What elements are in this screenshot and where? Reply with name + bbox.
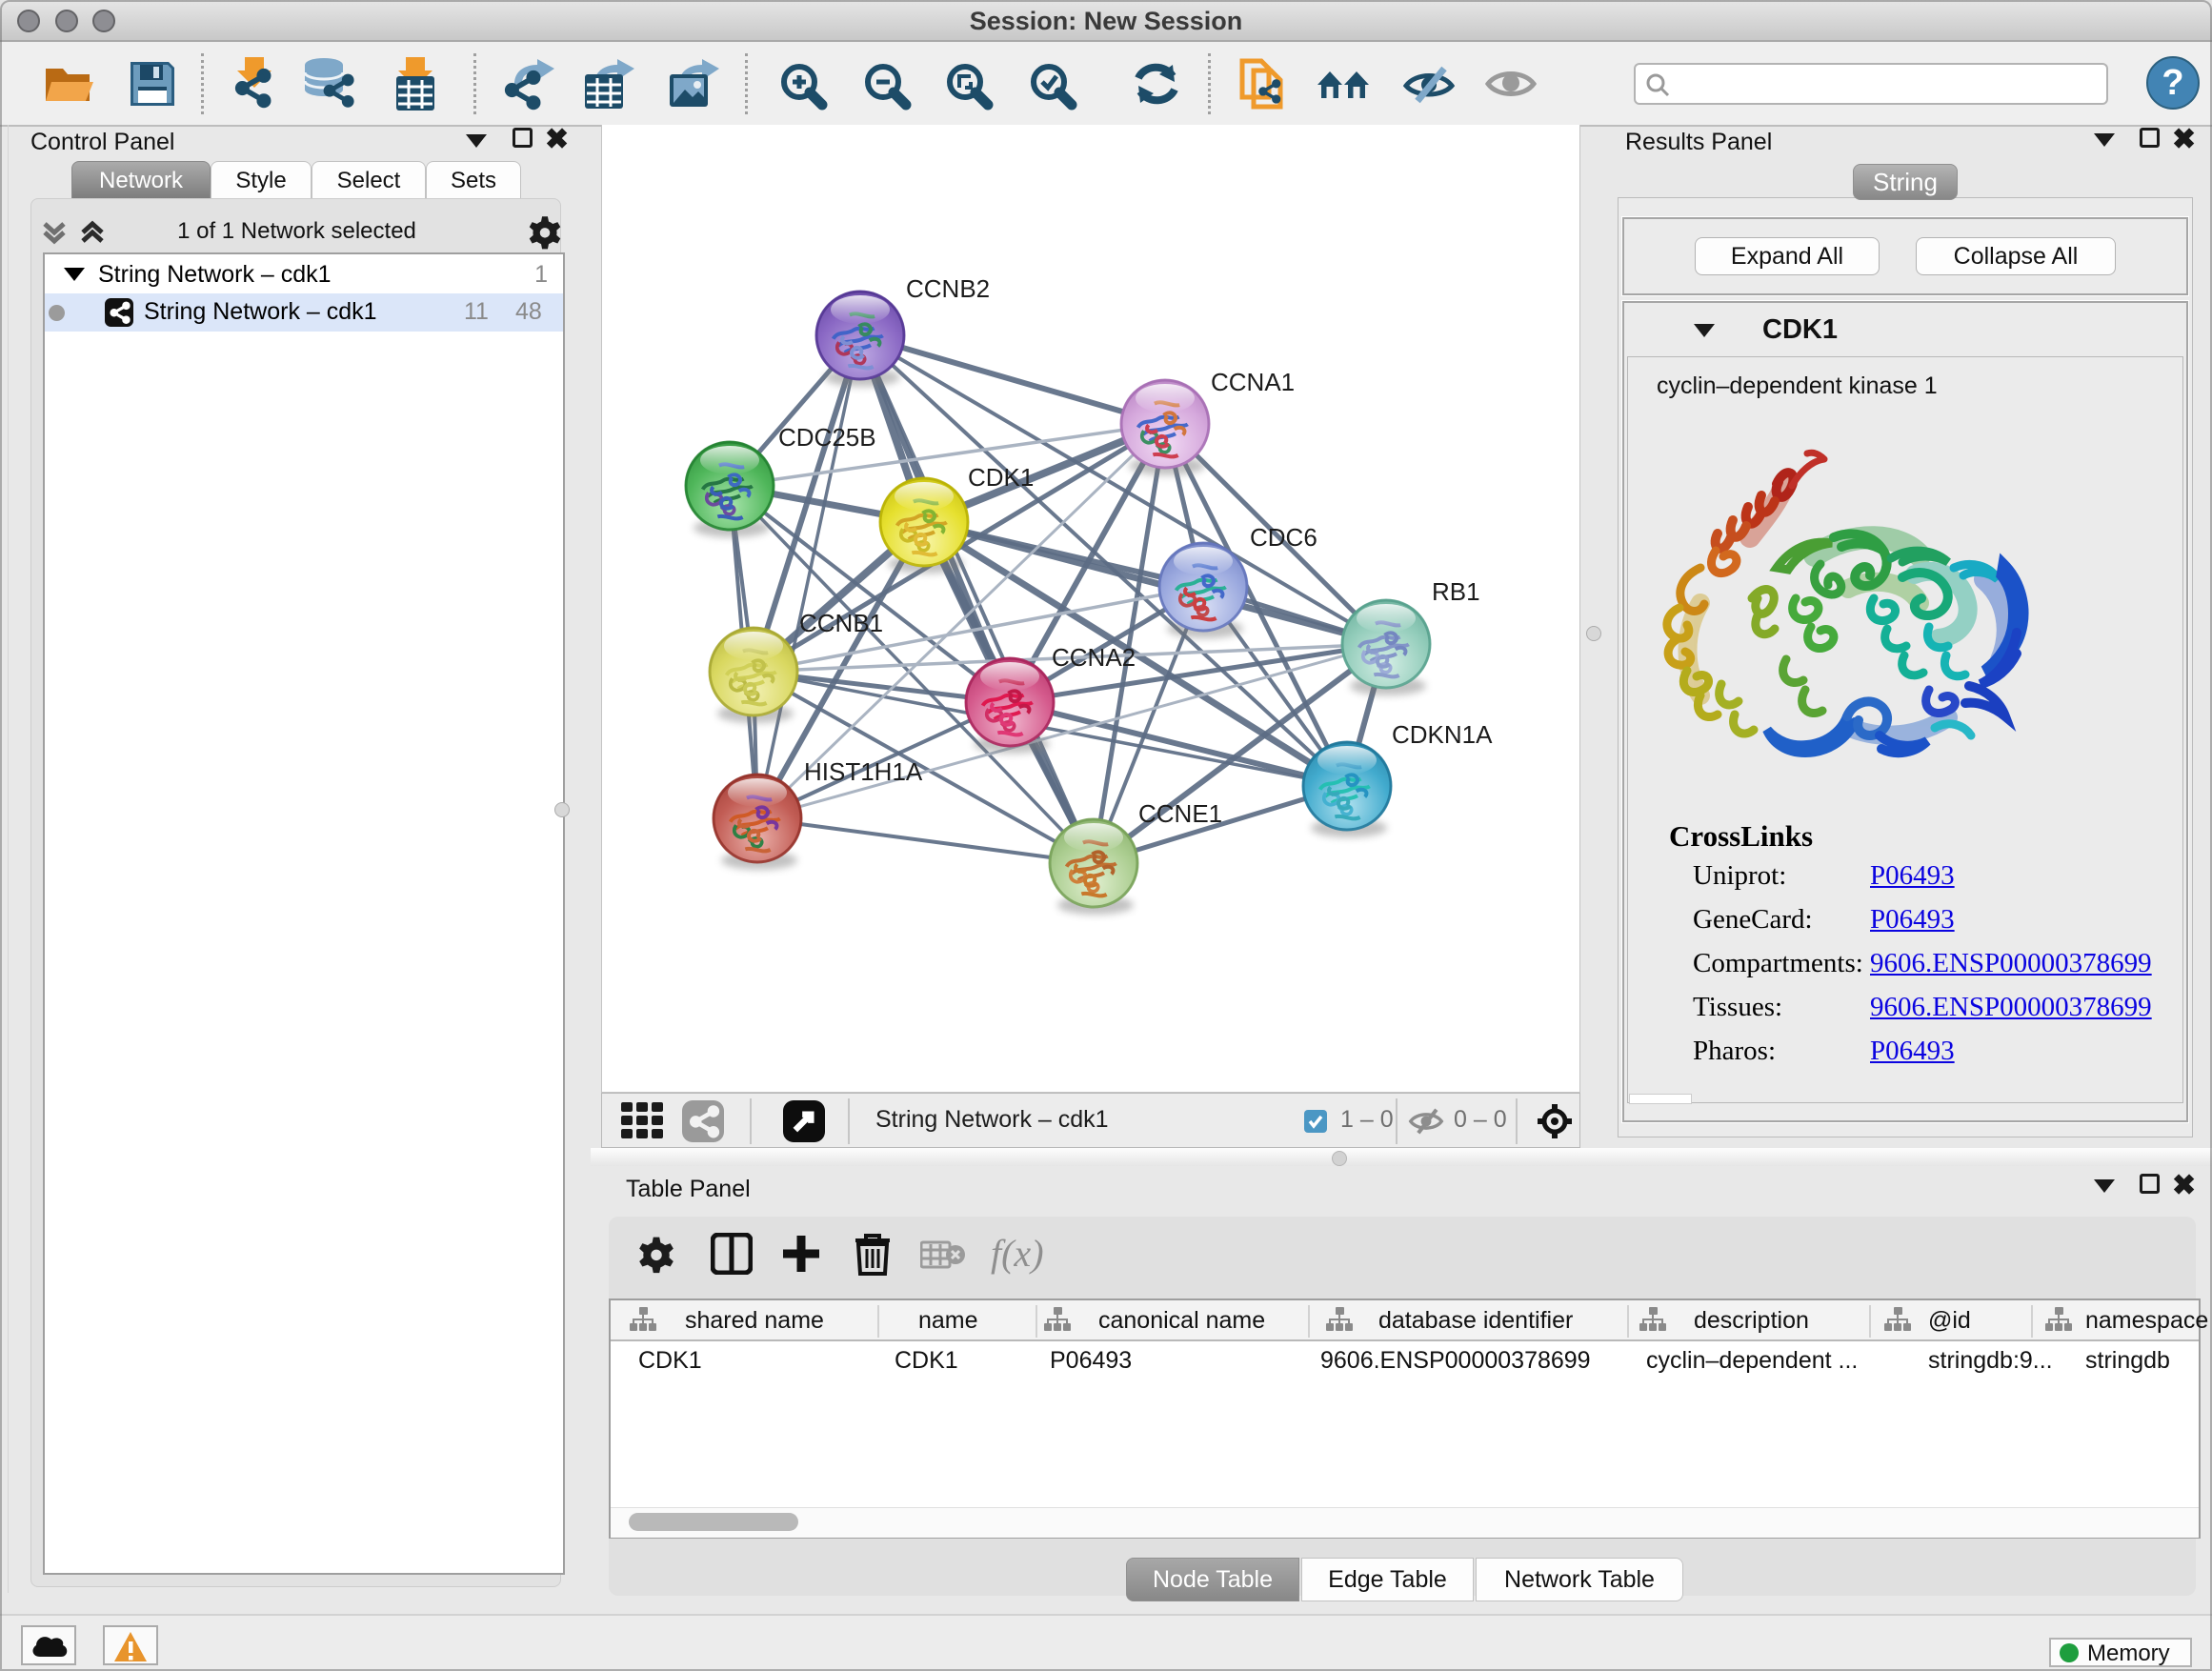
svg-text:CCNA2: CCNA2 [1052,643,1136,672]
svg-text:HIST1H1A: HIST1H1A [804,757,923,786]
svg-text:CDKN1A: CDKN1A [1392,720,1493,749]
svg-text:CDK1: CDK1 [968,463,1034,492]
svg-text:CCNB1: CCNB1 [799,609,883,637]
svg-text:CCNE1: CCNE1 [1138,799,1222,828]
svg-text:CDC25B: CDC25B [778,423,876,452]
svg-text:CCNA1: CCNA1 [1211,368,1295,396]
svg-text:CCNB2: CCNB2 [906,274,990,303]
svg-text:?: ? [2162,63,2183,103]
svg-text:RB1: RB1 [1432,577,1480,606]
svg-text:CDC6: CDC6 [1250,523,1317,552]
